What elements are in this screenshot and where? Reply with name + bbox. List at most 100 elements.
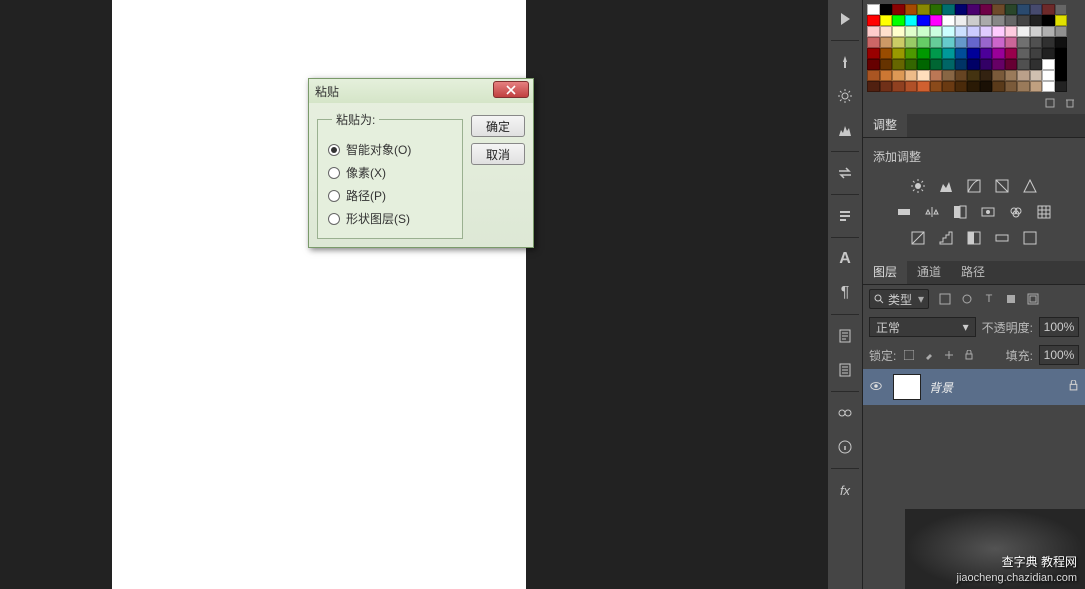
swatch[interactable] xyxy=(1017,37,1030,48)
swatch[interactable] xyxy=(967,48,980,59)
swatch[interactable] xyxy=(942,81,955,92)
swatch[interactable] xyxy=(942,4,955,15)
swatch[interactable] xyxy=(867,4,880,15)
tab-paths[interactable]: 路径 xyxy=(951,259,995,284)
swatch[interactable] xyxy=(992,70,1005,81)
swatch[interactable] xyxy=(880,26,893,37)
swatch[interactable] xyxy=(930,26,943,37)
swatch[interactable] xyxy=(955,26,968,37)
swatch[interactable] xyxy=(867,81,880,92)
lock-all-icon[interactable] xyxy=(962,348,976,362)
swatch[interactable] xyxy=(867,37,880,48)
swatch[interactable] xyxy=(917,15,930,26)
swatch[interactable] xyxy=(992,59,1005,70)
swatch[interactable] xyxy=(992,48,1005,59)
close-button[interactable] xyxy=(493,81,529,98)
delete-swatch-button[interactable] xyxy=(1063,96,1077,110)
swatch[interactable] xyxy=(1055,15,1068,26)
dialog-titlebar[interactable]: 粘贴 xyxy=(309,79,533,103)
balance-icon[interactable] xyxy=(923,203,941,221)
swatch[interactable] xyxy=(930,4,943,15)
swatch[interactable] xyxy=(905,70,918,81)
swatch[interactable] xyxy=(1042,59,1055,70)
swatch[interactable] xyxy=(1042,70,1055,81)
filter-adjust-icon[interactable] xyxy=(959,291,975,307)
swatch[interactable] xyxy=(1055,26,1068,37)
swatch[interactable] xyxy=(880,59,893,70)
swatch[interactable] xyxy=(892,4,905,15)
brightness-icon[interactable] xyxy=(909,177,927,195)
swatch[interactable] xyxy=(1055,59,1068,70)
lock-transparency-icon[interactable] xyxy=(902,348,916,362)
swatch[interactable] xyxy=(905,4,918,15)
swatch[interactable] xyxy=(992,4,1005,15)
swatch[interactable] xyxy=(992,26,1005,37)
swatch[interactable] xyxy=(942,59,955,70)
gradient-map-icon[interactable] xyxy=(993,229,1011,247)
swatch[interactable] xyxy=(930,70,943,81)
swatch[interactable] xyxy=(1005,59,1018,70)
hue-icon[interactable] xyxy=(895,203,913,221)
swatch[interactable] xyxy=(980,70,993,81)
swatch[interactable] xyxy=(942,48,955,59)
swatch[interactable] xyxy=(930,15,943,26)
cancel-button[interactable]: 取消 xyxy=(471,143,525,165)
swatch[interactable] xyxy=(1005,70,1018,81)
ok-button[interactable]: 确定 xyxy=(471,115,525,137)
swatch[interactable] xyxy=(992,81,1005,92)
type-tool[interactable]: A xyxy=(831,245,859,273)
swatch[interactable] xyxy=(992,15,1005,26)
new-swatch-button[interactable] xyxy=(1043,96,1057,110)
swatch[interactable] xyxy=(980,4,993,15)
swatch[interactable] xyxy=(917,48,930,59)
swatch[interactable] xyxy=(955,70,968,81)
swatch[interactable] xyxy=(955,81,968,92)
swatch[interactable] xyxy=(1055,81,1068,92)
swatch[interactable] xyxy=(1030,81,1043,92)
filter-smart-icon[interactable] xyxy=(1025,291,1041,307)
channel-mixer-icon[interactable] xyxy=(1007,203,1025,221)
swatch[interactable] xyxy=(980,37,993,48)
blend-mode-select[interactable]: 正常 ▾ xyxy=(869,317,976,337)
swatch[interactable] xyxy=(892,70,905,81)
swatch[interactable] xyxy=(892,15,905,26)
lock-position-icon[interactable] xyxy=(942,348,956,362)
swatch[interactable] xyxy=(1005,37,1018,48)
histogram-tool[interactable] xyxy=(831,116,859,144)
swatch[interactable] xyxy=(880,4,893,15)
threshold-icon[interactable] xyxy=(965,229,983,247)
radio-shape-layer[interactable]: 形状图层(S) xyxy=(328,207,452,230)
swatch[interactable] xyxy=(955,48,968,59)
swap-tool[interactable] xyxy=(831,159,859,187)
swatch[interactable] xyxy=(905,59,918,70)
swatch[interactable] xyxy=(967,70,980,81)
swatch[interactable] xyxy=(992,37,1005,48)
swatch[interactable] xyxy=(1030,26,1043,37)
curves-icon[interactable] xyxy=(965,177,983,195)
swatch[interactable] xyxy=(967,59,980,70)
swatch[interactable] xyxy=(942,26,955,37)
swatch[interactable] xyxy=(1005,4,1018,15)
posterize-icon[interactable] xyxy=(937,229,955,247)
photo-filter-icon[interactable] xyxy=(979,203,997,221)
swatch[interactable] xyxy=(892,59,905,70)
lock-paint-icon[interactable] xyxy=(922,348,936,362)
layer-item-background[interactable]: 背景 xyxy=(863,369,1085,405)
selective-color-icon[interactable] xyxy=(1021,229,1039,247)
swatch[interactable] xyxy=(1017,48,1030,59)
swatch[interactable] xyxy=(1017,81,1030,92)
bw-icon[interactable] xyxy=(951,203,969,221)
opacity-value[interactable]: 100% xyxy=(1039,317,1079,337)
swatch[interactable] xyxy=(930,48,943,59)
swatch[interactable] xyxy=(942,70,955,81)
swatch-grid[interactable] xyxy=(867,4,1081,92)
swatch[interactable] xyxy=(980,81,993,92)
filter-type-icon[interactable]: T xyxy=(981,291,997,307)
swatch[interactable] xyxy=(1017,4,1030,15)
swatch[interactable] xyxy=(917,4,930,15)
swatch[interactable] xyxy=(1030,59,1043,70)
settings-tool[interactable] xyxy=(831,82,859,110)
swatch[interactable] xyxy=(1030,15,1043,26)
swatch[interactable] xyxy=(942,37,955,48)
swatch[interactable] xyxy=(955,15,968,26)
